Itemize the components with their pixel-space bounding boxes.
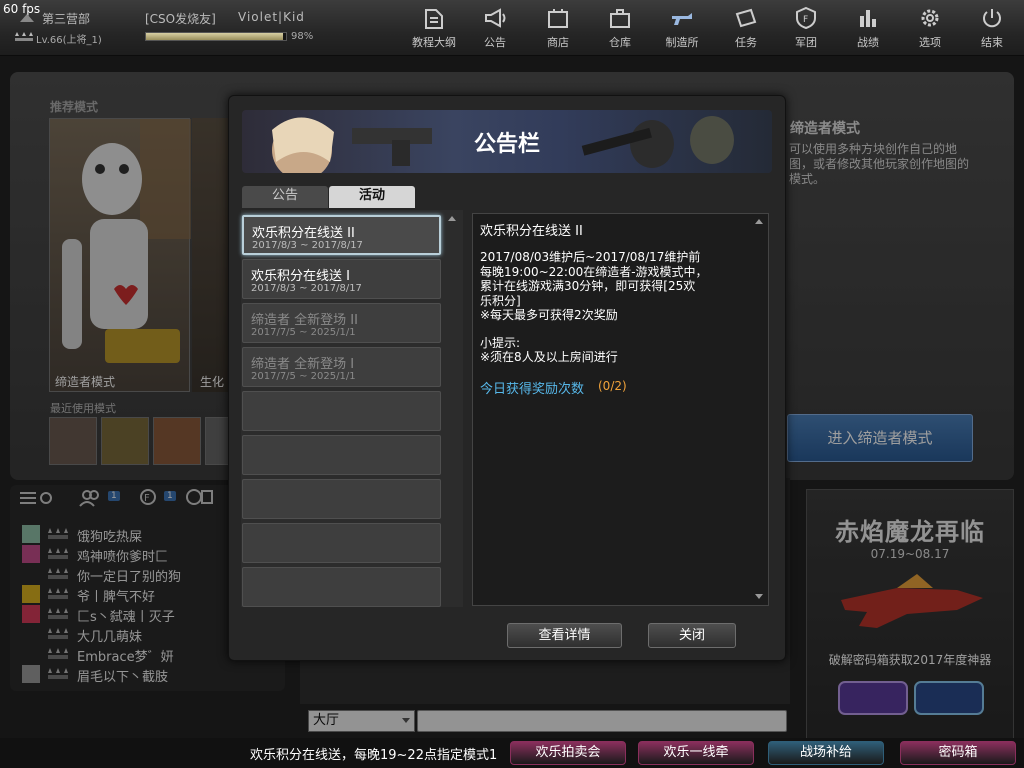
gun-icon bbox=[672, 13, 692, 25]
nav-item-label: 公告 bbox=[484, 36, 506, 49]
close-button[interactable]: 关闭 bbox=[648, 623, 736, 648]
exp-percent: 98% bbox=[291, 31, 314, 42]
event-list-item[interactable]: 缔造者 全新登场 II 2017/7/5 ~ 2025/1/1 bbox=[242, 303, 441, 343]
nav-item-shop[interactable]: 商店 bbox=[530, 4, 586, 50]
event-item-date: 2017/8/3 ~ 2017/8/17 bbox=[251, 283, 362, 294]
dialog-title: 公告栏 bbox=[473, 132, 540, 157]
svg-text:F: F bbox=[803, 15, 808, 25]
nav-item-ticket[interactable]: 任务 bbox=[718, 4, 774, 50]
nav-item-gear[interactable]: 选项 bbox=[902, 4, 958, 50]
clan-tag: [CSO发烧友] bbox=[145, 12, 216, 26]
nav-item-label: 选项 bbox=[919, 36, 941, 49]
event-item-title: 欢乐积分在线送 I bbox=[251, 269, 350, 284]
megaphone-icon bbox=[485, 8, 506, 28]
tab-notice[interactable]: 公告 bbox=[242, 186, 328, 208]
event-list-item[interactable]: 欢乐积分在线送 II 2017/8/3 ~ 2017/8/17 bbox=[242, 215, 441, 255]
nav-item-bar-chart[interactable]: 战绩 bbox=[840, 4, 896, 50]
scroll-down-icon bbox=[755, 594, 763, 599]
news-ticker: 欢乐积分在线送，每晚19~22点指定模式1 bbox=[250, 748, 498, 763]
scroll-up-icon bbox=[755, 219, 763, 224]
event-item-date: 2017/7/5 ~ 2025/1/1 bbox=[251, 371, 356, 382]
empty-list-slot bbox=[242, 523, 441, 563]
event-item-title: 欢乐积分在线送 II bbox=[252, 226, 355, 241]
event-item-date: 2017/7/5 ~ 2025/1/1 bbox=[251, 327, 356, 338]
event-list-scrollbar[interactable] bbox=[445, 213, 459, 603]
event-item-title: 缔造者 全新登场 II bbox=[251, 313, 358, 328]
reward-count-label: 今日获得奖励次数 bbox=[480, 382, 585, 397]
nav-item-label: 军团 bbox=[795, 36, 817, 49]
gear-icon bbox=[921, 9, 939, 27]
nav-item-label: 战绩 bbox=[857, 36, 879, 49]
nav-item-power[interactable]: 结束 bbox=[964, 4, 1020, 50]
event-item-title: 缔造者 全新登场 I bbox=[251, 357, 355, 372]
nav-item-megaphone[interactable]: 公告 bbox=[467, 4, 523, 50]
nav-item-label: 任务 bbox=[735, 36, 757, 49]
view-details-button[interactable]: 查看详情 bbox=[507, 623, 622, 648]
bottom-button[interactable]: 欢乐拍卖会 bbox=[510, 741, 626, 765]
empty-list-slot bbox=[242, 391, 441, 431]
event-content-title: 欢乐积分在线送 II bbox=[480, 224, 583, 239]
briefcase-icon bbox=[610, 9, 630, 28]
bottom-button[interactable]: 战场补给 bbox=[768, 741, 884, 765]
empty-list-slot bbox=[242, 479, 441, 519]
book-icon bbox=[425, 9, 443, 29]
shield-icon: F bbox=[796, 6, 816, 30]
clan-emblem-icon bbox=[18, 12, 36, 24]
clan-name: 第三营部 bbox=[42, 12, 91, 26]
nav-item-label: 结束 bbox=[981, 36, 1003, 49]
exp-bar-fill bbox=[146, 33, 284, 40]
tab-event[interactable]: 活动 bbox=[329, 186, 415, 208]
nav-item-label: 仓库 bbox=[609, 36, 631, 49]
nav-item-gun[interactable]: 制造所 bbox=[654, 4, 710, 50]
event-content-scrollbar[interactable] bbox=[753, 216, 765, 603]
nav-item-book[interactable]: 教程大纲 bbox=[406, 4, 462, 50]
exp-bar bbox=[145, 32, 287, 41]
bar-chart-icon bbox=[860, 10, 876, 27]
player-level: Lv.66(上将_1) bbox=[36, 35, 102, 46]
empty-list-slot bbox=[242, 435, 441, 475]
nav-item-briefcase[interactable]: 仓库 bbox=[592, 4, 648, 50]
bottom-button[interactable]: 欢乐一线牵 bbox=[638, 741, 754, 765]
scroll-up-icon bbox=[448, 216, 456, 221]
event-list-item[interactable]: 欢乐积分在线送 I 2017/8/3 ~ 2017/8/17 bbox=[242, 259, 441, 299]
nav-item-label: 教程大纲 bbox=[412, 36, 456, 49]
event-list-item[interactable]: 缔造者 全新登场 I 2017/7/5 ~ 2025/1/1 bbox=[242, 347, 441, 387]
nav-item-label: 制造所 bbox=[665, 36, 699, 49]
shop-icon bbox=[548, 9, 568, 28]
ticket-icon bbox=[735, 8, 757, 28]
player-name: Violet|Kid bbox=[238, 10, 305, 24]
nav-item-label: 商店 bbox=[547, 36, 569, 49]
event-item-date: 2017/8/3 ~ 2017/8/17 bbox=[252, 240, 363, 251]
reward-count-value: (0/2) bbox=[598, 379, 627, 393]
event-content-body: 2017/08/03维护后~2017/08/17维护前 每晚19:00~22:0… bbox=[480, 250, 708, 322]
bottom-button[interactable]: 密码箱 bbox=[900, 741, 1016, 765]
nav-item-shield[interactable]: F 军团 bbox=[778, 4, 834, 50]
empty-list-slot bbox=[242, 567, 441, 607]
power-icon bbox=[983, 9, 1001, 28]
rank-icon bbox=[14, 31, 34, 43]
event-tip-text: ※须在8人及以上房间进行 bbox=[480, 350, 618, 364]
